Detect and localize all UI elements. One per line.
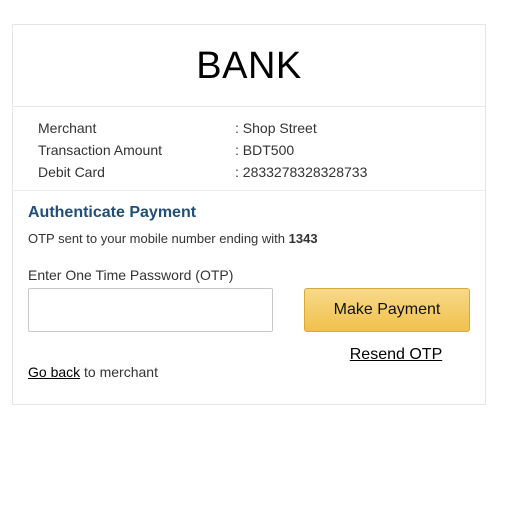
otp-form-row: Make Payment Resend OTP (28, 288, 470, 364)
transaction-details: Merchant : Shop Street Transaction Amoun… (13, 107, 485, 191)
auth-title: Authenticate Payment (28, 204, 197, 221)
detail-value: : BDT500 (235, 142, 295, 158)
actions-column: Make Payment Resend OTP (304, 288, 470, 364)
otp-info: OTP sent to your mobile number ending wi… (28, 231, 470, 246)
otp-info-text: OTP sent to your mobile number ending wi… (28, 231, 289, 246)
detail-row-merchant: Merchant : Shop Street (13, 117, 485, 139)
detail-value: : Shop Street (235, 120, 317, 136)
detail-row-amount: Transaction Amount : BDT500 (13, 139, 485, 161)
authenticate-section: Authenticate Payment OTP sent to your mo… (13, 191, 485, 380)
detail-value: : 2833278328328733 (235, 164, 368, 180)
back-row: Go back to merchant (28, 364, 470, 380)
detail-label: Merchant (38, 120, 97, 136)
otp-label: Enter One Time Password (OTP) (28, 267, 234, 283)
back-suffix: to merchant (80, 364, 158, 380)
make-payment-button[interactable]: Make Payment (304, 288, 470, 332)
bank-header: BANK (13, 25, 485, 107)
bank-name: BANK (196, 45, 302, 87)
go-back-link[interactable]: Go back (28, 364, 80, 380)
detail-label: Debit Card (38, 164, 105, 180)
resend-otp-link[interactable]: Resend OTP (350, 346, 442, 364)
detail-label: Transaction Amount (38, 142, 162, 158)
detail-row-card: Debit Card : 2833278328328733 (13, 161, 485, 183)
payment-card: BANK Merchant : Shop Street Transaction … (12, 24, 486, 405)
otp-input[interactable] (28, 288, 273, 332)
otp-last-digits: 1343 (288, 231, 318, 246)
